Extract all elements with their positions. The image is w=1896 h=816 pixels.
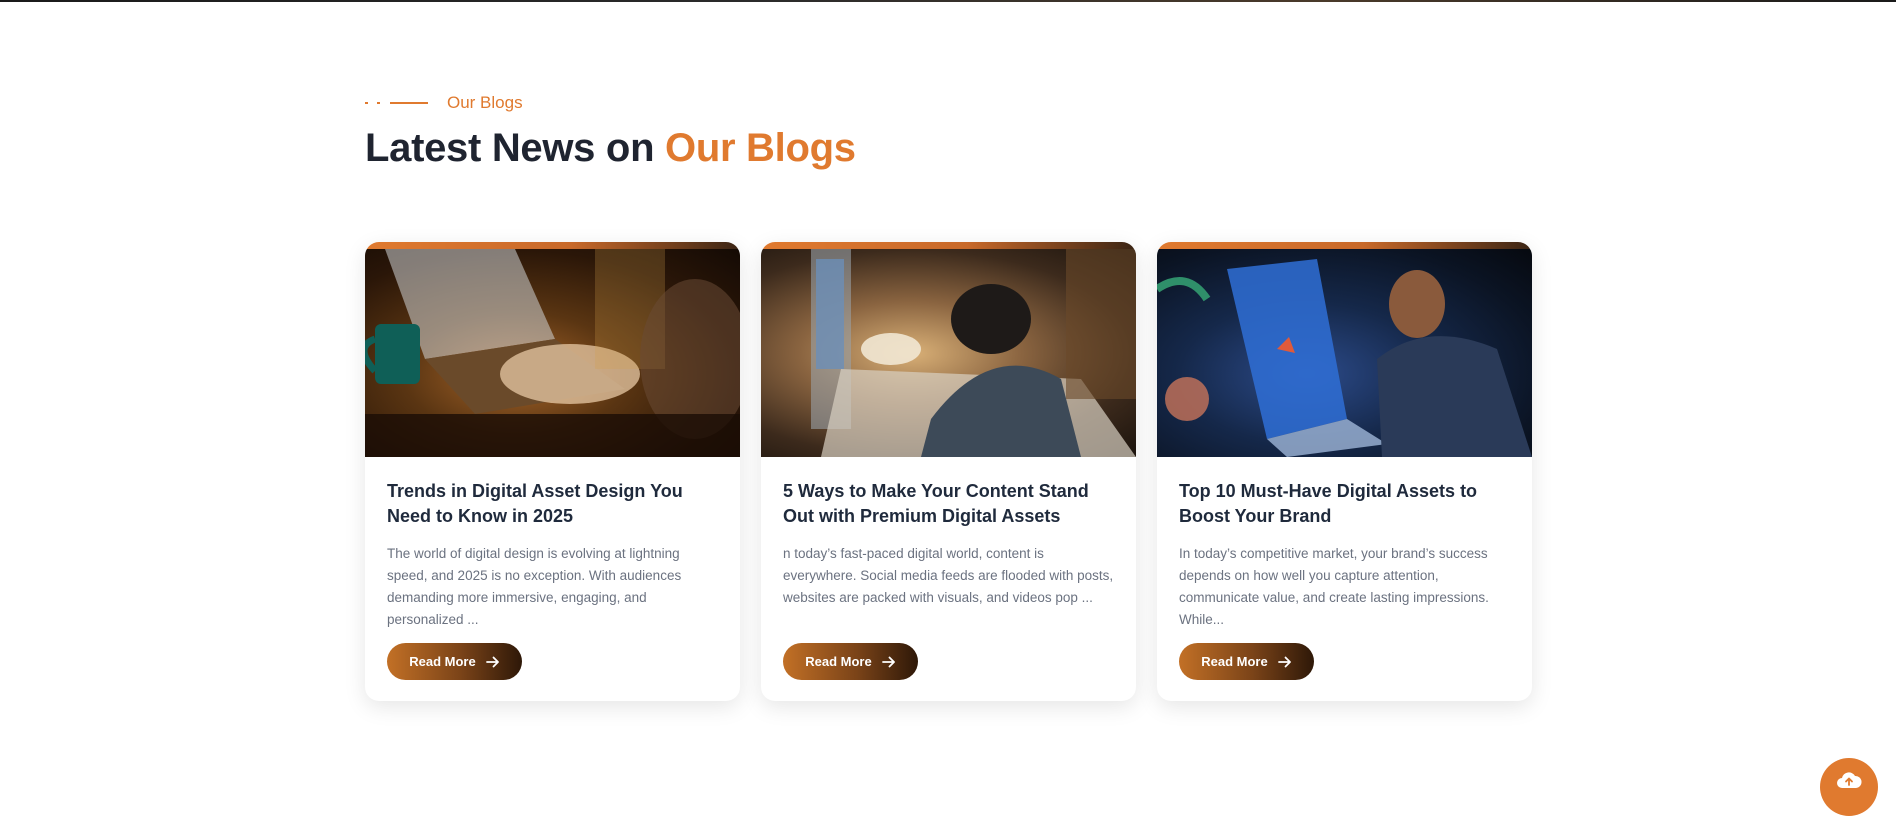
section-eyebrow: Our Blogs: [365, 90, 856, 116]
blog-card-title[interactable]: 5 Ways to Make Your Content Stand Out wi…: [783, 479, 1114, 529]
card-accent-bar: [365, 242, 740, 249]
card-accent-bar: [1157, 242, 1532, 249]
eyebrow-label: Our Blogs: [447, 93, 523, 112]
blog-card-title[interactable]: Trends in Digital Asset Design You Need …: [387, 479, 718, 529]
blog-card: 5 Ways to Make Your Content Stand Out wi…: [761, 242, 1136, 701]
section-title-prefix: Latest News on: [365, 126, 666, 170]
read-more-button[interactable]: Read More: [783, 643, 918, 680]
cloud-upload-icon: [1836, 770, 1862, 816]
blog-card-image[interactable]: [1157, 249, 1532, 457]
blog-card-image[interactable]: [365, 249, 740, 457]
blog-card-excerpt: The world of digital design is evolving …: [387, 546, 682, 627]
upload-fab-button[interactable]: [1820, 758, 1878, 816]
arrow-right-icon: [1277, 656, 1292, 668]
blog-card-excerpt: In today’s competitive market, your bran…: [1179, 546, 1489, 627]
read-more-label: Read More: [805, 654, 872, 669]
blog-card-list: Trends in Digital Asset Design You Need …: [365, 242, 1532, 701]
blog-card-image[interactable]: [761, 249, 1136, 457]
blog-section-header: Our Blogs Latest News on Our Blogs: [365, 90, 856, 171]
read-more-button[interactable]: Read More: [1179, 643, 1314, 680]
eyebrow-dash-decoration: [365, 102, 441, 104]
read-more-button[interactable]: Read More: [387, 643, 522, 680]
read-more-label: Read More: [1201, 654, 1268, 669]
blog-card: Top 10 Must-Have Digital Assets to Boost…: [1157, 242, 1532, 701]
read-more-label: Read More: [409, 654, 476, 669]
blog-card: Trends in Digital Asset Design You Need …: [365, 242, 740, 701]
blog-card-excerpt: n today’s fast-paced digital world, cont…: [783, 546, 1114, 605]
top-border-line: [0, 0, 1896, 2]
arrow-right-icon: [881, 656, 896, 668]
section-title: Latest News on Our Blogs: [365, 126, 856, 171]
blog-card-title[interactable]: Top 10 Must-Have Digital Assets to Boost…: [1179, 479, 1510, 529]
section-title-accent: Our Blogs: [665, 126, 856, 170]
card-accent-bar: [761, 242, 1136, 249]
arrow-right-icon: [485, 656, 500, 668]
